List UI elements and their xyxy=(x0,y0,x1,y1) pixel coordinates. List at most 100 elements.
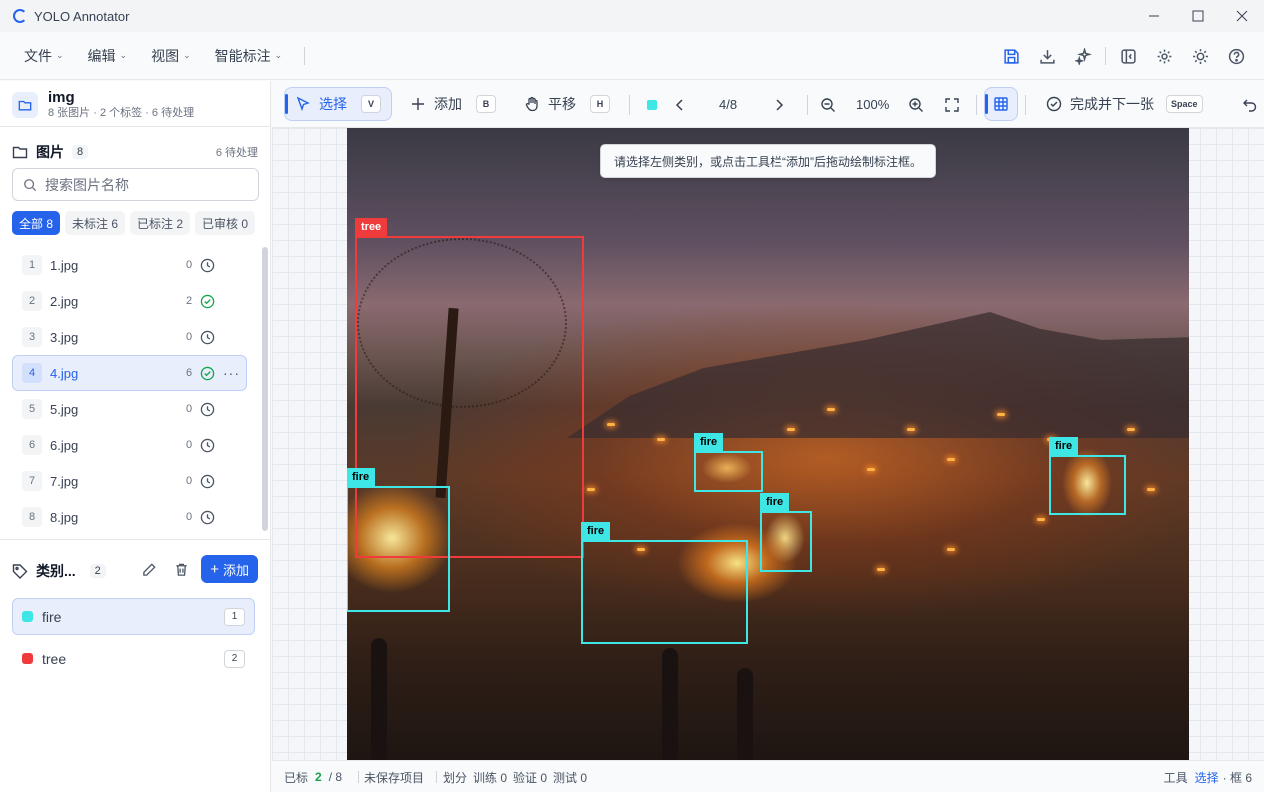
image-list-item[interactable]: 6 6.jpg 0 xyxy=(12,427,247,463)
image-list-item[interactable]: 1 1.jpg 0 xyxy=(12,247,247,283)
image-list-item[interactable]: 5 5.jpg 0 xyxy=(12,391,247,427)
image-list-item[interactable]: 7 7.jpg 0 xyxy=(12,463,247,499)
bbox-fire[interactable]: fire xyxy=(347,468,450,612)
select-tool-button[interactable]: 选择 V xyxy=(284,87,392,121)
close-icon xyxy=(1236,10,1248,22)
pan-tool-hotkey: H xyxy=(590,95,610,113)
clock-icon xyxy=(200,402,215,417)
settings-button[interactable] xyxy=(1146,40,1182,72)
complete-next-button[interactable]: 完成并下一张 Space xyxy=(1036,87,1213,121)
menu-file[interactable]: 文件 ⌄ xyxy=(14,41,74,71)
save-button[interactable] xyxy=(993,40,1029,72)
class-hotkey: 2 xyxy=(224,649,245,668)
menu-label: 编辑 xyxy=(87,47,116,64)
image-list-item[interactable]: 2 2.jpg 2 xyxy=(12,283,247,319)
undo-button[interactable] xyxy=(1240,81,1260,128)
ember xyxy=(787,428,795,431)
class-name: tree xyxy=(42,650,67,667)
close-button[interactable] xyxy=(1220,0,1264,32)
add-tool-hotkey: B xyxy=(476,95,496,113)
zoom-in-button[interactable] xyxy=(906,81,926,128)
labeled-progress: 已标 2 / 8 xyxy=(284,761,342,792)
title-bar: YOLO Annotator xyxy=(0,0,1264,32)
auto-annotate-button[interactable] xyxy=(1065,40,1101,72)
bbox-label: fire xyxy=(694,433,724,451)
prev-image-button[interactable] xyxy=(670,81,690,128)
add-tool-button[interactable]: 添加 B xyxy=(400,87,506,121)
image-index: 5 xyxy=(22,399,42,419)
more-options-icon[interactable]: ··· xyxy=(223,365,240,381)
fit-screen-button[interactable] xyxy=(942,81,962,128)
pan-tool-button[interactable]: 平移 H xyxy=(514,87,620,121)
menu-edit[interactable]: 编辑 ⌄ xyxy=(78,41,138,71)
box-count: 6 xyxy=(186,367,193,379)
chevron-down-icon: ⌄ xyxy=(56,50,64,60)
tag-icon xyxy=(12,563,28,579)
toolbar-divider xyxy=(807,95,808,115)
image-list-item[interactable]: 3 3.jpg 0 xyxy=(12,319,247,355)
menu-label: 文件 xyxy=(24,47,52,64)
class-name: fire xyxy=(42,608,62,625)
search-input[interactable] xyxy=(45,176,245,193)
filter-all[interactable]: 全部 8 xyxy=(12,211,61,235)
add-class-label: 添加 xyxy=(222,562,249,578)
image-list-item[interactable]: 4 4.jpg 6 ··· xyxy=(12,355,247,391)
export-button[interactable] xyxy=(1029,40,1065,72)
image-index: 8 xyxy=(22,507,42,527)
bbox-fire[interactable]: fire xyxy=(581,522,748,644)
box-count: 0 xyxy=(186,259,193,271)
box-count: 0 xyxy=(186,511,193,523)
edit-class-button[interactable] xyxy=(137,557,161,581)
image-list-scrollbar[interactable] xyxy=(262,247,268,531)
panel-toggle-icon xyxy=(1120,48,1136,64)
ember xyxy=(827,408,835,411)
panel-toggle-button[interactable] xyxy=(1110,40,1146,72)
bbox-fire[interactable]: fire xyxy=(760,493,812,572)
delete-class-button[interactable] xyxy=(169,557,193,581)
ember xyxy=(607,423,615,426)
split-stats: 划分 训练 0 验证 0 测试 0 xyxy=(443,761,587,792)
zoom-out-icon xyxy=(821,97,835,112)
ember xyxy=(867,468,875,471)
image-filename: 4.jpg xyxy=(50,365,79,381)
zoom-out-button[interactable] xyxy=(818,81,838,128)
status-divider xyxy=(436,771,437,783)
image-search[interactable] xyxy=(12,168,259,201)
menu-smart-annotate[interactable]: 智能标注 ⌄ xyxy=(205,41,293,71)
filter-reviewed[interactable]: 已审核 0 xyxy=(195,211,256,235)
image-list-item[interactable]: 8 8.jpg 0 xyxy=(12,499,247,535)
image-index: 6 xyxy=(22,435,42,455)
theme-toggle-button[interactable] xyxy=(1182,40,1218,72)
maximize-button[interactable] xyxy=(1176,0,1220,32)
class-item-tree[interactable]: tree 2 xyxy=(12,640,255,677)
check-circle-icon xyxy=(200,366,215,381)
pending-count: 6 待处理 xyxy=(215,147,258,159)
filter-unlabeled[interactable]: 未标注 6 xyxy=(65,211,126,235)
pan-tool-label: 平移 xyxy=(548,96,576,112)
hand-icon xyxy=(525,96,538,112)
images-section-header: 图片 8 xyxy=(12,142,89,162)
bbox-fire[interactable]: fire xyxy=(1049,437,1126,515)
add-class-button[interactable]: + 添加 xyxy=(201,555,258,583)
bbox-fire[interactable]: fire xyxy=(694,433,763,492)
next-image-button[interactable] xyxy=(769,81,789,128)
chevron-right-icon xyxy=(776,98,784,111)
toolbar-divider xyxy=(629,95,630,115)
class-item-fire[interactable]: fire 1 xyxy=(12,598,255,635)
cursor-icon xyxy=(296,96,310,112)
save-icon xyxy=(1003,48,1019,64)
minimize-button[interactable] xyxy=(1132,0,1176,32)
image-filename: 3.jpg xyxy=(50,329,79,345)
sun-icon xyxy=(1192,48,1208,64)
bbox-label: fire xyxy=(581,522,611,540)
window-controls xyxy=(1132,0,1264,32)
menu-view[interactable]: 视图 ⌄ xyxy=(141,41,201,71)
help-icon xyxy=(1228,48,1244,64)
box-count: 0 xyxy=(186,331,193,343)
box-count: 0 xyxy=(186,475,193,487)
filter-labeled[interactable]: 已标注 2 xyxy=(130,211,191,235)
help-button[interactable] xyxy=(1218,40,1254,72)
folder-open-icon xyxy=(12,91,38,118)
annotation-canvas[interactable]: tree fire fire fire fire fire 请选择左侧类别，或点… xyxy=(272,128,1264,760)
grid-toggle-button[interactable] xyxy=(984,87,1018,121)
